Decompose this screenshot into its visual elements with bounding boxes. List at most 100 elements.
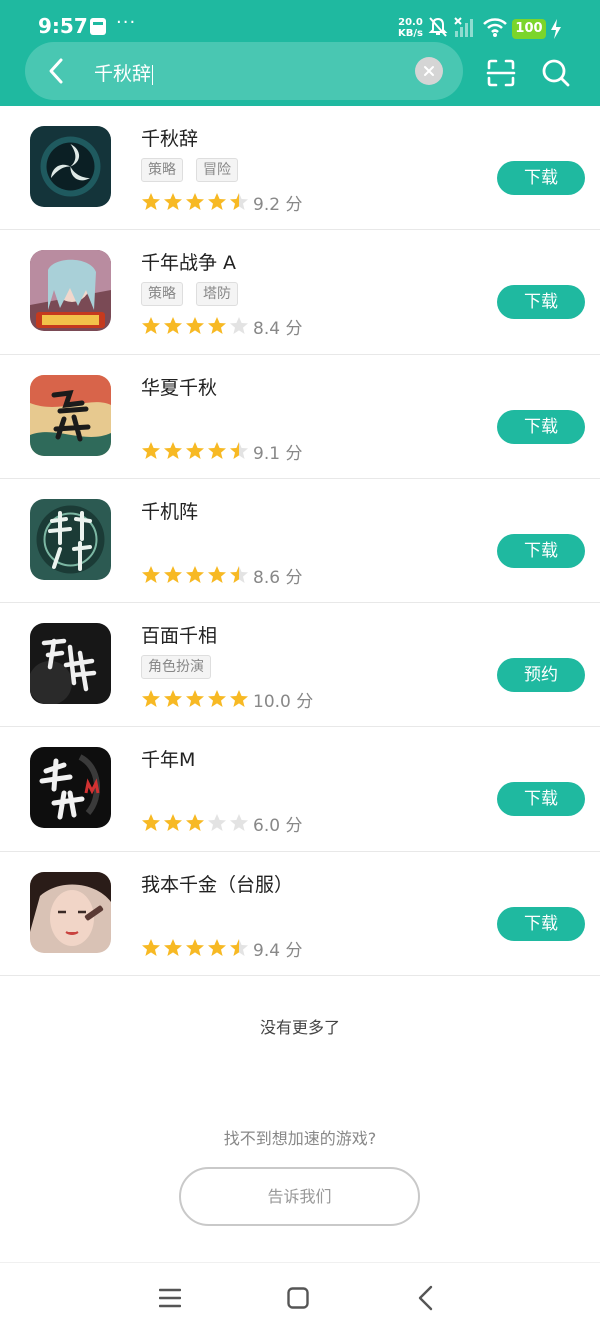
app-icon-huaxia-qianqiu	[30, 374, 111, 456]
charging-icon	[551, 19, 561, 39]
end-of-list-text: 没有更多了	[259, 1018, 340, 1037]
tag: 角色扮演	[141, 655, 211, 680]
search-bar[interactable]	[25, 42, 463, 100]
star-half-icon	[230, 565, 248, 583]
tag-list: 策略 塔防	[141, 282, 251, 307]
app-name: 华夏千秋	[141, 376, 218, 399]
wifi-icon	[483, 18, 507, 37]
score: 6.0 分	[253, 816, 303, 837]
score: 9.4 分	[253, 940, 303, 961]
list-item[interactable]: 百面千相 角色扮演 10.0 分 预约	[0, 603, 600, 728]
app-header: 9:57 ··· 20.0 KB/s 100 千秋辞	[0, 0, 600, 106]
star-full-icon	[186, 565, 204, 583]
score: 9.1 分	[253, 443, 303, 464]
download-button[interactable]: 下载	[497, 533, 585, 568]
app-icon-qiannian-m	[30, 747, 111, 829]
app-name: 百面千相	[141, 625, 218, 648]
app-icon-qianjizhen	[30, 498, 111, 580]
system-nav-bar	[0, 1262, 600, 1333]
star-full-icon	[208, 565, 226, 583]
tag: 塔防	[196, 282, 238, 307]
app-name: 千机阵	[141, 500, 199, 523]
list-item[interactable]: 千秋辞 策略 冒险 9.2 分 下载	[0, 106, 600, 231]
star-full-icon	[186, 690, 204, 708]
star-full-icon	[142, 565, 160, 583]
scan-icon[interactable]	[486, 58, 516, 88]
download-button[interactable]: 下载	[497, 782, 585, 817]
home-icon[interactable]	[287, 1287, 309, 1309]
list-item[interactable]: 我本千金（台服） 9.4 分 下载	[0, 852, 600, 977]
star-empty-icon	[208, 814, 226, 832]
star-rating	[141, 316, 251, 336]
app-name: 我本千金（台服）	[141, 873, 294, 896]
tag: 冒险	[196, 158, 238, 182]
star-full-icon	[186, 441, 204, 459]
text-caret	[152, 64, 154, 85]
score: 8.4 分	[253, 319, 303, 340]
star-half-icon	[230, 938, 248, 956]
star-rating	[141, 441, 251, 461]
star-rating	[141, 938, 251, 958]
back-nav-icon[interactable]	[416, 1285, 436, 1311]
tag-list: 策略 冒险	[141, 158, 251, 182]
search-results-list: 千秋辞 策略冒险 9.2 分 下载 千年战争 A 策略塔防 8.4 分 下载	[0, 106, 600, 977]
score: 9.2 分	[253, 195, 303, 215]
status-time: 9:57	[38, 14, 88, 38]
battery-icon: 100	[512, 19, 546, 39]
star-full-icon	[208, 193, 226, 210]
star-full-icon	[186, 938, 204, 956]
star-full-icon	[164, 441, 182, 459]
star-full-icon	[164, 317, 182, 335]
star-full-icon	[186, 814, 204, 832]
star-rating	[141, 813, 251, 833]
back-icon[interactable]	[42, 55, 70, 87]
app-icon-woben-qianjin	[30, 871, 111, 953]
network-speed: 20.0 KB/s	[398, 17, 423, 39]
star-full-icon	[186, 317, 204, 335]
star-full-icon	[208, 690, 226, 708]
network-speed-value: 20.0	[398, 17, 423, 28]
list-item[interactable]: 千年战争 A 策略 塔防 8.4 分 下载	[0, 230, 600, 355]
menu-icon[interactable]	[159, 1288, 181, 1308]
tag: 策略	[141, 158, 183, 182]
signal-icon	[454, 17, 473, 37]
search-icon[interactable]	[541, 58, 571, 88]
reserve-button[interactable]: 预约	[497, 658, 585, 693]
clear-icon	[424, 66, 434, 76]
star-full-icon	[142, 690, 160, 708]
star-full-icon	[142, 814, 160, 832]
score: 10.0 分	[253, 692, 314, 713]
star-full-icon	[142, 441, 160, 459]
star-rating	[141, 689, 251, 709]
star-full-icon	[164, 814, 182, 832]
star-full-icon	[142, 193, 160, 210]
star-rating	[141, 192, 251, 212]
download-button[interactable]: 下载	[497, 409, 585, 444]
download-button[interactable]: 下载	[497, 906, 585, 941]
tag: 策略	[141, 282, 183, 307]
clear-search-button[interactable]	[415, 57, 443, 85]
star-full-icon	[142, 317, 160, 335]
tag-list: 角色扮演	[141, 655, 224, 680]
search-input[interactable]: 千秋辞	[94, 59, 154, 86]
star-full-icon	[208, 441, 226, 459]
star-full-icon	[164, 690, 182, 708]
app-name: 千年M	[141, 749, 196, 772]
network-speed-unit: KB/s	[398, 28, 423, 39]
star-half-icon	[230, 441, 248, 459]
star-full-icon	[230, 690, 248, 708]
list-item[interactable]: 华夏千秋 9.1 分 下载	[0, 355, 600, 479]
list-item[interactable]: 千年M 6.0 分 下载	[0, 727, 600, 852]
status-bar: 9:57 ··· 20.0 KB/s 100	[0, 0, 600, 40]
notification-icon	[90, 18, 106, 35]
tell-us-button[interactable]: 告诉我们	[179, 1167, 420, 1226]
cannot-find-game-text: 找不到想加速的游戏?	[223, 1129, 377, 1148]
app-name: 千年战争 A	[141, 252, 237, 275]
app-name: 千秋辞	[141, 128, 199, 150]
star-full-icon	[208, 317, 226, 335]
list-item[interactable]: 千机阵 8.6 分 下载	[0, 479, 600, 604]
star-full-icon	[164, 565, 182, 583]
search-query: 千秋辞	[94, 63, 152, 85]
download-button[interactable]: 下载	[497, 285, 585, 320]
download-button[interactable]: 下载	[497, 161, 585, 195]
